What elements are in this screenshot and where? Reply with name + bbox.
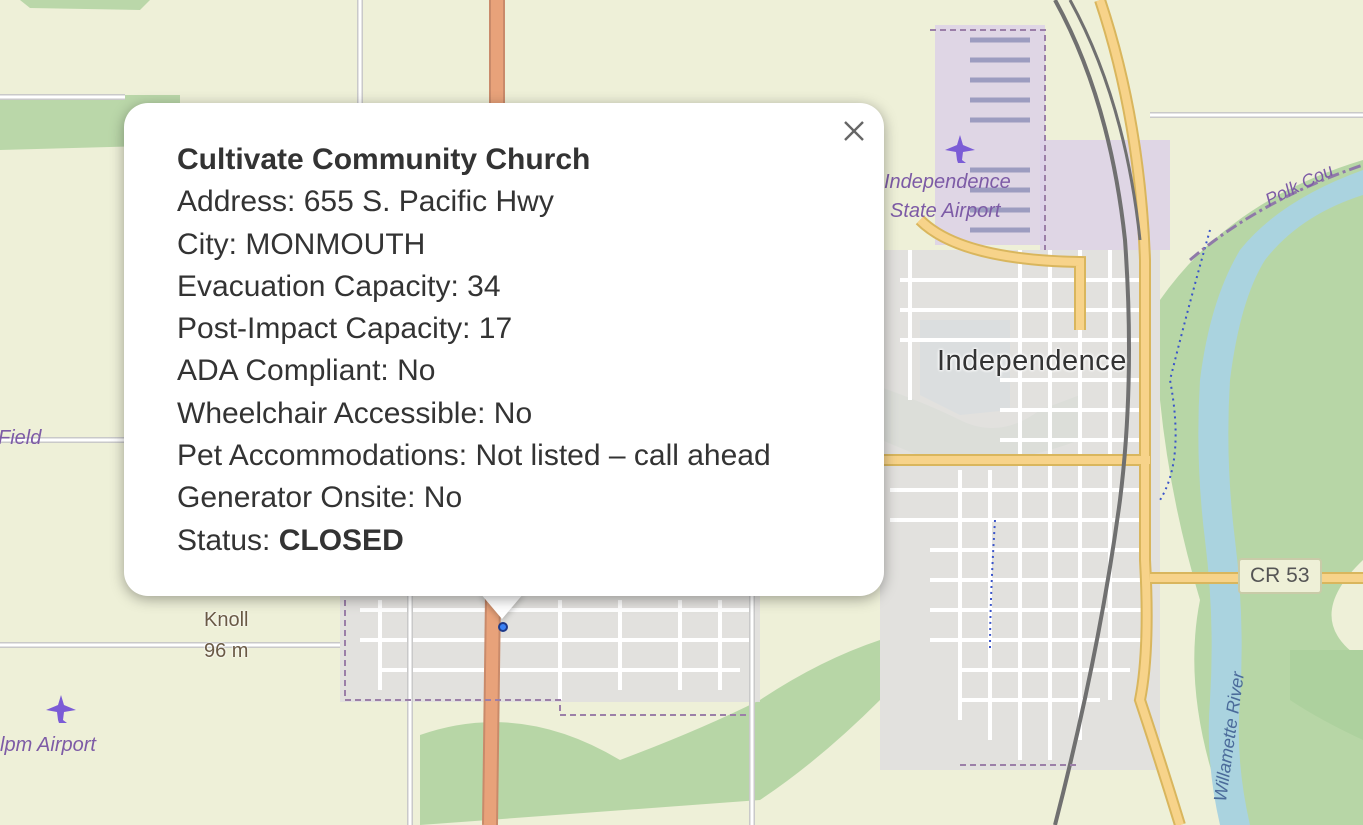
close-icon[interactable] bbox=[840, 117, 868, 145]
status-label: Status: bbox=[177, 523, 279, 557]
hill-label: Knoll bbox=[204, 609, 249, 631]
airport-left-label: lpm Airport bbox=[0, 734, 96, 756]
evacuation-capacity-row: Evacuation Capacity: 34 bbox=[177, 269, 501, 303]
airport-label-line2: State Airport bbox=[890, 200, 1001, 222]
hill-elevation-label: 96 m bbox=[204, 640, 249, 662]
city-row: City: MONMOUTH bbox=[177, 227, 426, 261]
town-label: Independence bbox=[937, 345, 1127, 377]
route-shield: CR 53 bbox=[1238, 558, 1322, 594]
pet-accommodations-row: Pet Accommodations: Not listed – call ah… bbox=[177, 439, 771, 473]
airport-label: Independence bbox=[884, 171, 1011, 193]
status-value: CLOSED bbox=[278, 523, 404, 557]
popup-title: Cultivate Community Church bbox=[177, 143, 591, 176]
address-row: Address: 655 S. Pacific Hwy bbox=[177, 185, 554, 219]
location-marker[interactable] bbox=[498, 622, 508, 632]
map-canvas[interactable]: Independence State Airport Independence … bbox=[0, 0, 1363, 825]
post-impact-capacity-row: Post-Impact Capacity: 17 bbox=[177, 312, 513, 346]
ada-compliant-row: ADA Compliant: No bbox=[177, 354, 436, 388]
wheelchair-accessible-row: Wheelchair Accessible: No bbox=[177, 396, 533, 430]
generator-onsite-row: Generator Onsite: No bbox=[177, 481, 463, 515]
status-row: Status: CLOSED bbox=[177, 520, 771, 562]
field-label: Field bbox=[0, 427, 42, 449]
popup-content: Cultivate Community Church Address: 655 … bbox=[177, 139, 771, 562]
info-popup: Cultivate Community Church Address: 655 … bbox=[124, 103, 884, 596]
popup-tip bbox=[480, 593, 524, 619]
